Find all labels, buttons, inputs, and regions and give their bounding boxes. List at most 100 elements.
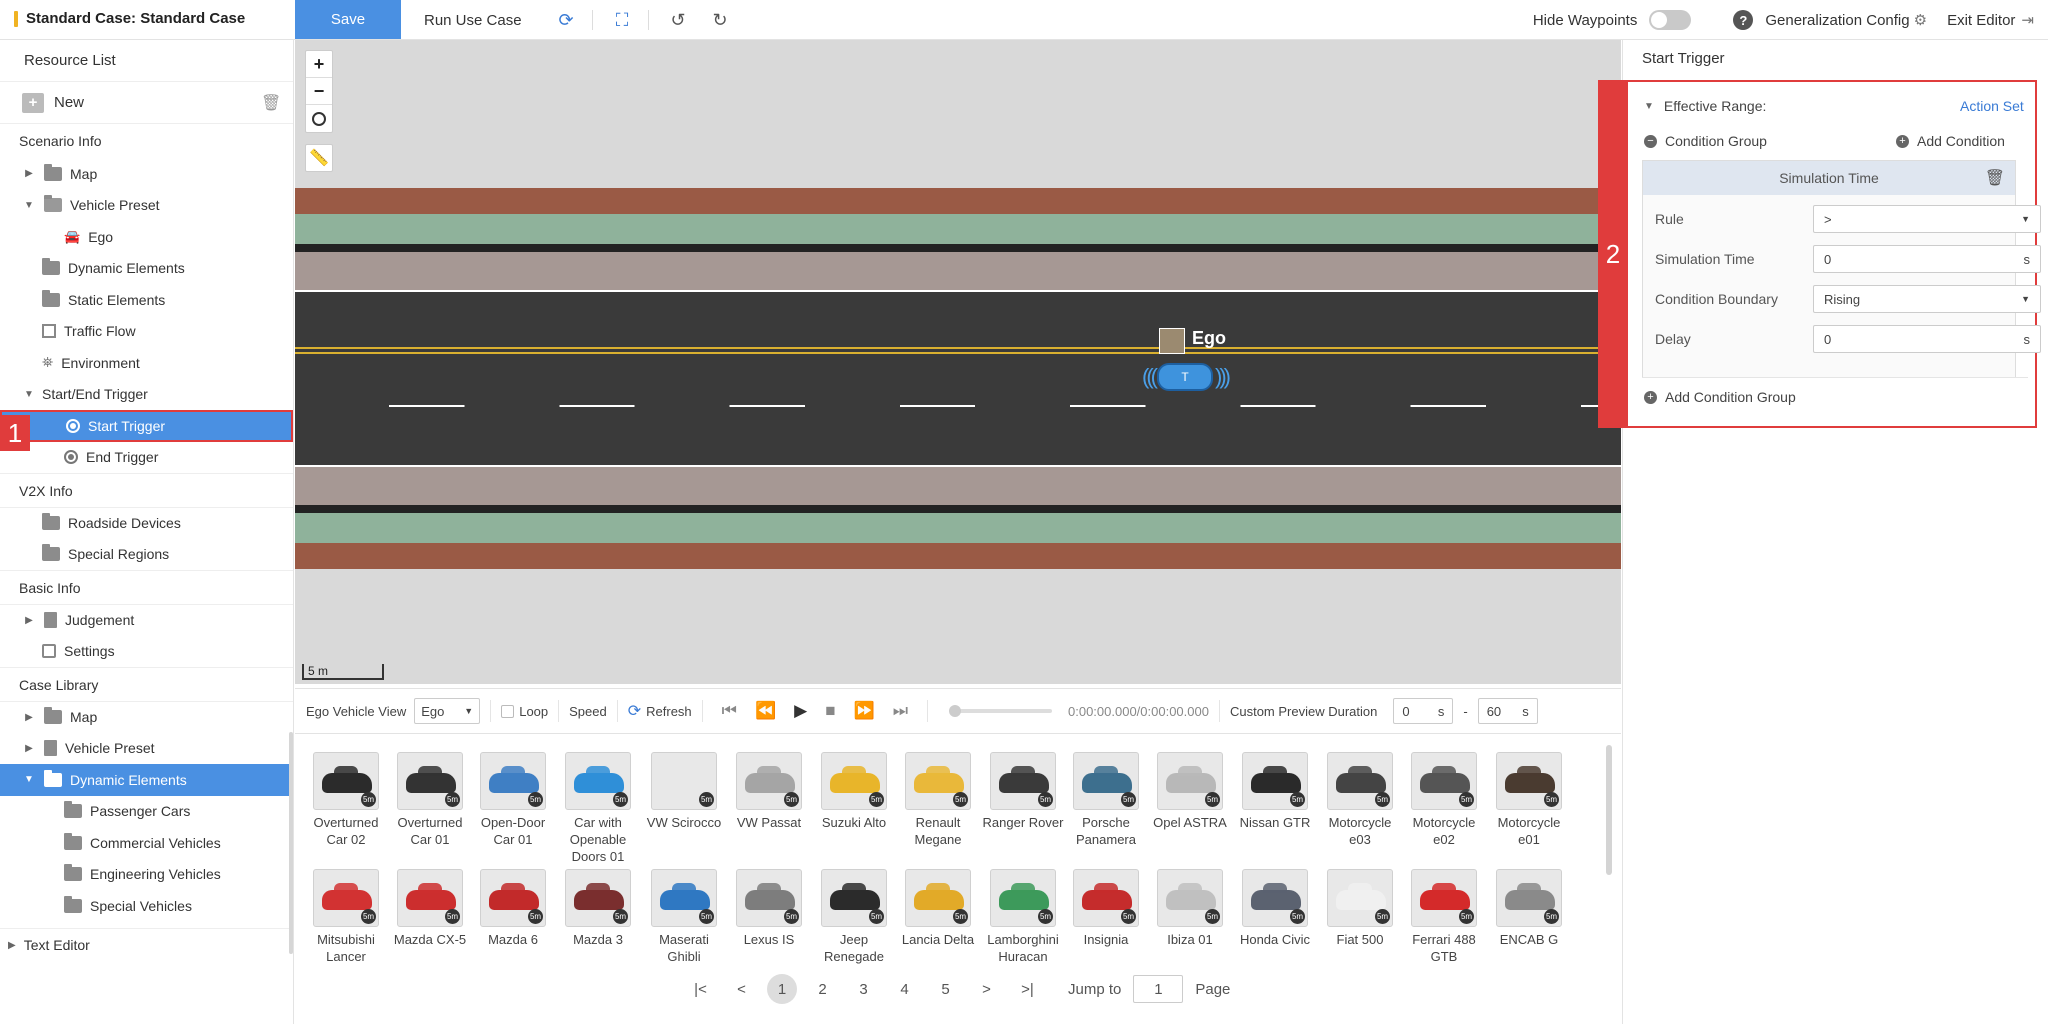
tree-item-environment[interactable]: ⛯ Environment [0,347,293,379]
run-use-case-button[interactable]: Run Use Case [412,0,534,40]
next-page-icon[interactable]: > [966,981,1007,998]
asset-thumbnail[interactable]: 5m Motorcycle e03 [1317,752,1403,848]
tree-item-passenger-cars[interactable]: Passenger Cars [0,796,293,828]
add-condition-group-button[interactable]: + Add Condition Group [1644,389,1796,405]
skip-to-start-icon[interactable]: ⏮ [722,701,737,721]
tree-item-judgement[interactable]: ▶ Judgement [0,604,293,636]
speed-button[interactable]: Speed [569,704,607,719]
exit-icon[interactable]: ⇥ [2021,11,2034,29]
step-forward-icon[interactable]: ⏩ [854,701,875,721]
scenario-map-canvas[interactable]: Ego ((( T ))) [295,40,1621,684]
caret-right-icon[interactable]: ▶ [22,168,36,179]
refresh-icon[interactable]: ⟳ [628,701,641,721]
condition-boundary-select[interactable]: Rising ▼ [1813,285,2041,313]
asset-thumbnail[interactable]: 5m Mazda 3 [555,869,641,948]
generalization-config-button[interactable]: Generalization Config [1765,12,1909,29]
skip-to-end-icon[interactable]: ⏭ [893,701,908,721]
asset-thumbnail[interactable]: 5m Porsche Panamera [1063,752,1149,848]
collapse-icon[interactable]: − [1644,134,1657,148]
ego-marker-icon[interactable] [1159,328,1185,354]
undo-icon[interactable]: ↺ [668,10,688,30]
tree-item-settings[interactable]: Settings [0,636,293,668]
asset-thumbnail[interactable]: 5m Lexus IS [726,869,812,948]
tree-item-commercial-vehicles[interactable]: Commercial Vehicles [0,827,293,859]
sidebar-scrollbar[interactable] [289,732,293,954]
page-button-current[interactable]: 1 [767,974,797,1004]
refresh-button[interactable]: Refresh [646,704,692,719]
tree-item-start-end-trigger[interactable]: ▼ Start/End Trigger [0,379,293,411]
locate-button[interactable] [306,105,332,132]
tree-item-end-trigger[interactable]: End Trigger [0,442,293,474]
ego-view-select[interactable]: Ego ▼ [414,698,481,724]
caret-right-icon[interactable]: ▶ [22,743,36,754]
step-back-icon[interactable]: ⏪ [755,701,776,721]
asset-thumbnail[interactable]: 5m Mazda 6 [470,869,556,948]
stop-icon[interactable]: ■ [825,701,835,721]
tree-item-special-vehicles[interactable]: Special Vehicles [0,890,293,922]
asset-thumbnail[interactable]: 5m ENCAB G [1486,869,1572,948]
caret-right-icon[interactable]: ▶ [8,940,16,951]
caret-down-icon[interactable]: ▼ [22,200,36,211]
help-icon[interactable]: ? [1733,10,1754,30]
tree-item-library-dynamic-elements[interactable]: ▼ Dynamic Elements [0,764,289,796]
tree-item-static-elements[interactable]: Static Elements [0,284,293,316]
redo-icon[interactable]: ↻ [710,10,730,30]
caret-down-icon[interactable]: ▼ [22,389,36,400]
caret-down-icon[interactable]: ▼ [1644,101,1654,112]
text-editor-item[interactable]: ▶ Text Editor [0,927,293,962]
page-button[interactable]: 5 [925,981,966,998]
caret-right-icon[interactable]: ▶ [22,615,36,626]
asset-thumbnail[interactable]: 5m Open-Door Car 01 [470,752,556,848]
tree-item-library-vehicle-preset[interactable]: ▶ Vehicle Preset [0,733,293,765]
fit-view-icon[interactable]: ⛶ [612,10,632,30]
asset-thumbnail[interactable]: 5m Overturned Car 01 [387,752,473,848]
prev-page-icon[interactable]: < [721,981,762,998]
new-button[interactable]: + New 🗑 [0,82,293,124]
preview-end-input[interactable]: 60 s [1477,698,1538,724]
tree-item-ego[interactable]: 🚘 Ego [0,221,293,253]
play-icon[interactable]: ▶ [794,701,807,721]
asset-thumbnail[interactable]: 5m Lancia Delta [895,869,981,948]
gear-icon[interactable]: ⚙ [1914,11,1927,29]
action-set-link[interactable]: Action Set [1960,98,2024,114]
save-button[interactable]: Save [295,0,401,39]
effective-range-row[interactable]: ▼ Effective Range: [1644,98,1766,114]
gallery-scrollbar[interactable] [1606,745,1612,875]
asset-thumbnail[interactable]: 5m Mitsubishi Lancer [303,869,389,965]
tree-item-start-trigger[interactable]: Start Trigger [0,410,293,442]
asset-thumbnail[interactable]: 5m Renault Megane [895,752,981,848]
asset-thumbnail[interactable]: 5m Motorcycle e01 [1486,752,1572,848]
tree-item-dynamic-elements[interactable]: Dynamic Elements [0,253,293,285]
asset-thumbnail[interactable]: 5m Motorcycle e02 [1401,752,1487,848]
first-page-icon[interactable]: |< [680,981,721,998]
simulation-time-input[interactable]: 0s [1813,245,2041,273]
asset-thumbnail[interactable]: 5m Suzuki Alto [811,752,897,831]
ego-vehicle[interactable]: ((( T ))) [1127,362,1243,392]
preview-start-input[interactable]: 0s [1393,698,1454,724]
reload-icon[interactable]: ⟳ [556,10,576,30]
last-page-icon[interactable]: >| [1007,981,1048,998]
asset-thumbnail[interactable]: 5m VW Scirocco [641,752,727,831]
exit-editor-button[interactable]: Exit Editor [1947,12,2015,29]
asset-thumbnail[interactable]: 5m Lamborghini Huracan [980,869,1066,965]
asset-thumbnail[interactable]: 5m Opel ASTRA [1147,752,1233,831]
asset-thumbnail[interactable]: 5m Fiat 500 [1317,869,1403,948]
hide-waypoints-toggle[interactable] [1649,10,1692,30]
page-button[interactable]: 4 [884,981,925,998]
measure-button[interactable]: 📏 [305,144,333,172]
loop-checkbox[interactable] [501,704,515,718]
asset-thumbnail[interactable]: 5m VW Passat [726,752,812,831]
tree-item-vehicle-preset[interactable]: ▼ Vehicle Preset [0,190,293,222]
asset-thumbnail[interactable]: 5m Insignia [1063,869,1149,948]
tree-item-engineering-vehicles[interactable]: Engineering Vehicles [0,859,293,891]
asset-thumbnail[interactable]: 5m Ibiza 01 [1147,869,1233,948]
page-button[interactable]: 2 [802,981,843,998]
asset-thumbnail[interactable]: 5m Mazda CX-5 [387,869,473,948]
tree-item-roadside-devices[interactable]: Roadside Devices [0,507,293,539]
tree-item-special-regions[interactable]: Special Regions [0,539,293,571]
trash-icon[interactable]: 🗑 [261,93,281,113]
playback-slider[interactable] [949,705,1052,717]
zoom-out-button[interactable]: − [306,78,332,105]
page-button[interactable]: 3 [843,981,884,998]
asset-thumbnail[interactable]: 5m Ferrari 488 GTB [1401,869,1487,965]
